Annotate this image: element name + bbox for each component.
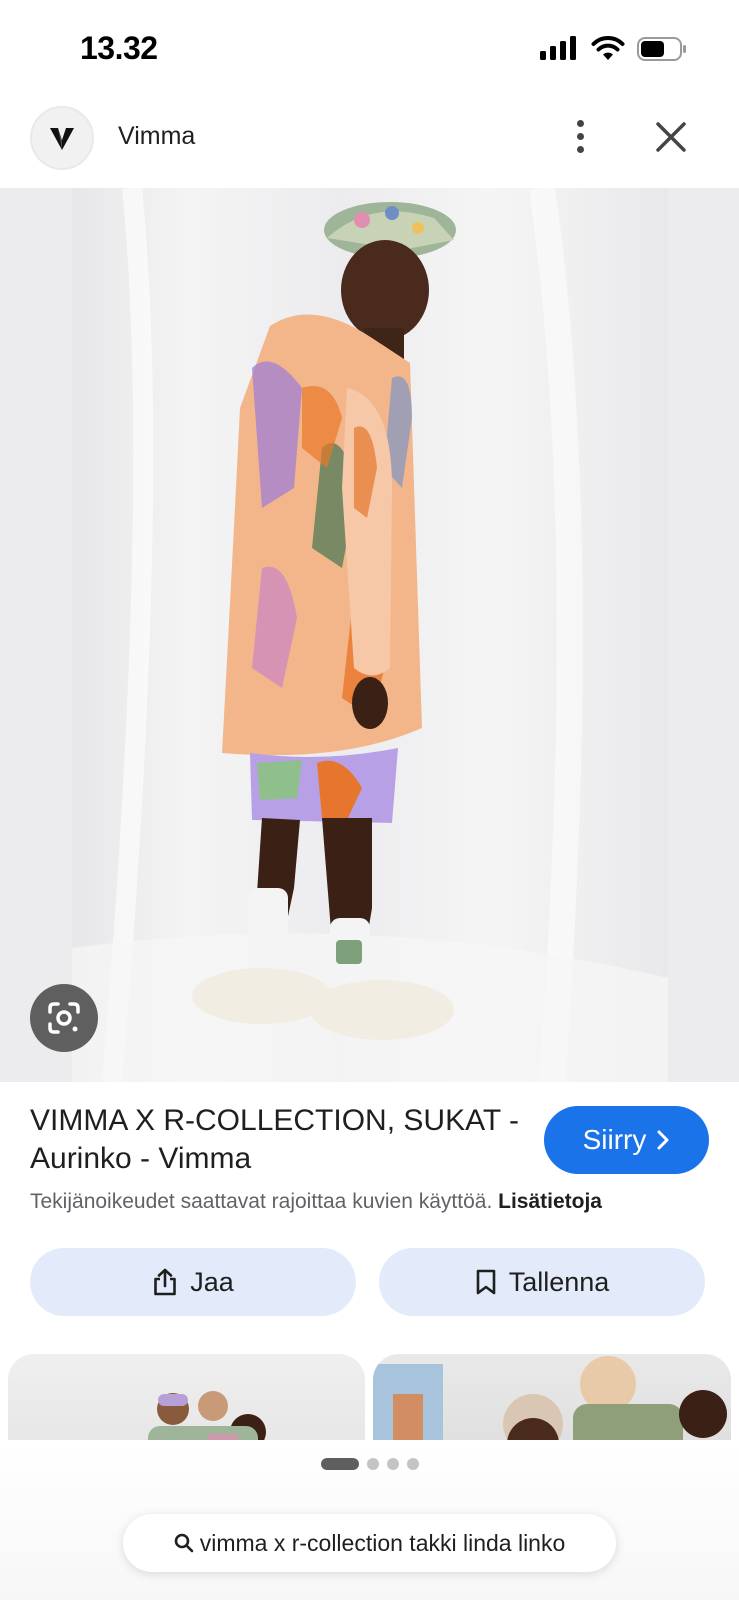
more-options-button[interactable] xyxy=(564,114,596,158)
share-button[interactable]: Jaa xyxy=(30,1248,356,1316)
product-photo xyxy=(72,188,668,1082)
share-label: Jaa xyxy=(190,1266,234,1297)
copyright-notice: Tekijänoikeudet saattavat rajoittaa kuvi… xyxy=(30,1190,730,1214)
pager-dot-active[interactable] xyxy=(320,1458,359,1470)
search-icon xyxy=(174,1533,194,1553)
visit-button[interactable]: Siirry xyxy=(544,1106,709,1174)
related-photo xyxy=(148,1391,266,1440)
visit-label: Siirry xyxy=(582,1124,647,1155)
status-time: 13.32 xyxy=(80,30,158,66)
related-photo xyxy=(373,1356,727,1440)
image-viewer[interactable] xyxy=(0,188,739,1082)
site-name[interactable]: Vimma xyxy=(118,122,195,151)
result-header: Vimma xyxy=(0,100,739,188)
pager-dot[interactable] xyxy=(366,1458,379,1470)
chevron-right-icon xyxy=(657,1130,669,1150)
cellular-signal-icon xyxy=(540,36,576,60)
status-bar: 13.32 xyxy=(0,0,739,100)
close-icon[interactable] xyxy=(652,118,690,156)
bookmark-icon xyxy=(476,1269,496,1295)
wifi-icon xyxy=(591,36,625,60)
result-title[interactable]: VIMMA X R-COLLECTION, SUKAT - Aurinko - … xyxy=(30,1102,530,1178)
pager-dot[interactable] xyxy=(386,1458,399,1470)
lens-search-button[interactable] xyxy=(30,984,98,1052)
pager-dot[interactable] xyxy=(406,1458,419,1470)
related-image-1[interactable] xyxy=(8,1354,365,1440)
carousel-pager xyxy=(0,1458,739,1470)
related-images xyxy=(0,1354,739,1440)
copyright-text: Tekijänoikeudet saattavat rajoittaa kuvi… xyxy=(30,1190,493,1213)
more-vertical-icon xyxy=(576,119,584,127)
site-favicon[interactable] xyxy=(30,106,94,170)
battery-icon xyxy=(637,37,686,61)
save-label: Tallenna xyxy=(508,1266,610,1297)
search-query: vimma x r-collection takki linda linko xyxy=(199,1529,566,1556)
search-query-chip[interactable]: vimma x r-collection takki linda linko xyxy=(123,1514,616,1572)
save-button[interactable]: Tallenna xyxy=(379,1248,705,1316)
share-icon xyxy=(154,1268,177,1296)
vimma-logo xyxy=(50,128,74,150)
more-info-link[interactable]: Lisätietoja xyxy=(498,1190,602,1213)
google-lens-icon xyxy=(48,1002,80,1034)
related-image-2[interactable] xyxy=(373,1354,731,1440)
